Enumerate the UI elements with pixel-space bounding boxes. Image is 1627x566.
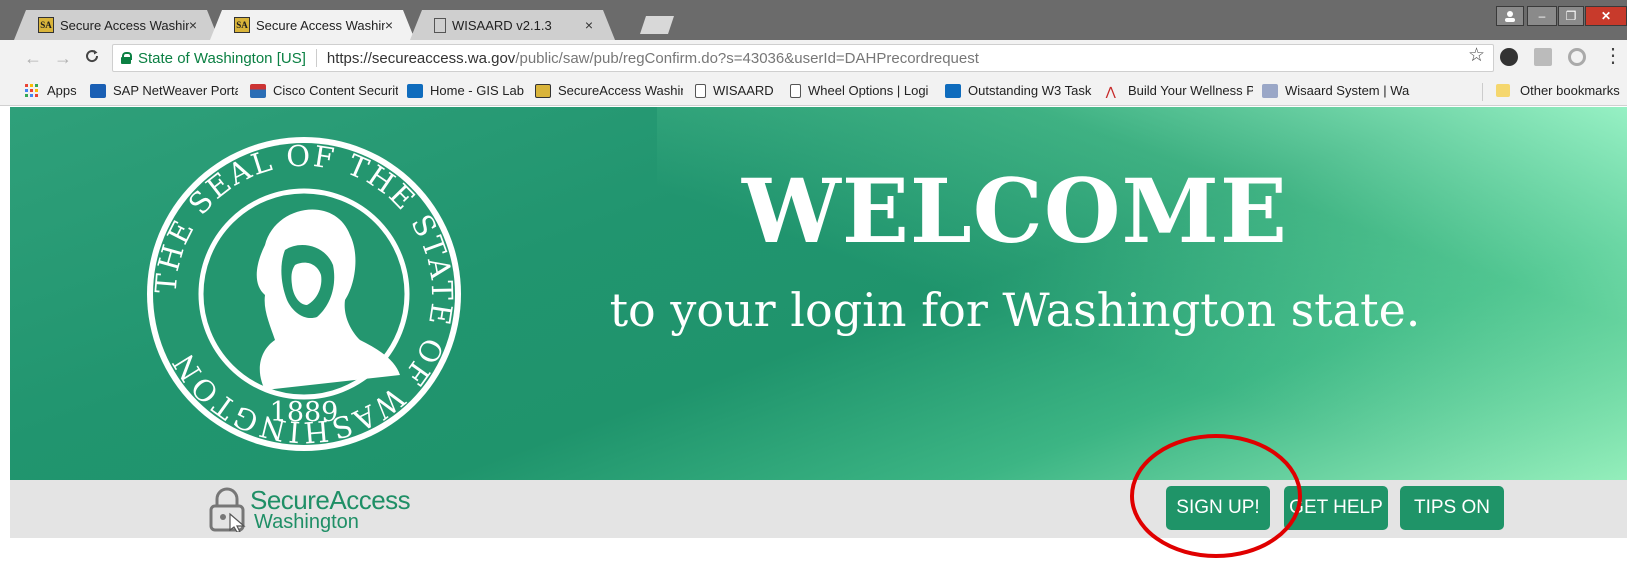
forward-arrow-icon[interactable]: → — [54, 48, 72, 69]
sharepoint-icon — [407, 83, 423, 98]
extension-icon[interactable] — [1568, 48, 1586, 66]
address-bar[interactable]: State of Washington [US] https://securea… — [112, 44, 1494, 72]
back-arrow-icon[interactable]: ← — [24, 48, 42, 69]
window-user-button[interactable] — [1496, 6, 1524, 26]
reload-arrow-icon — [86, 50, 99, 63]
navigation-bar: SecureAccess Washington SIGN UP! GET HEL… — [10, 480, 1627, 538]
page-icon — [695, 83, 706, 98]
seal-year: 1889 — [270, 397, 339, 428]
bookmarks-bar: Apps SAP NetWeaver Porta Cisco Content S… — [0, 76, 1627, 106]
bookmark-label: Outstanding W3 Task — [968, 83, 1092, 98]
reload-icon[interactable] — [84, 48, 100, 69]
tab-close-icon[interactable]: × — [585, 17, 593, 33]
window-close-button[interactable]: ✕ — [1585, 6, 1627, 26]
browser-menu-icon[interactable]: ⋮ — [1603, 46, 1623, 66]
bookmark-label: SAP NetWeaver Porta — [113, 83, 238, 98]
bookmark-sap-netweaver[interactable]: SAP NetWeaver Porta — [90, 83, 238, 98]
tab-title: WISAARD v2.1.3 — [452, 17, 552, 33]
new-tab-button[interactable] — [640, 16, 674, 34]
welcome-hero: THE SEAL OF THE STATE OF WASHINGTON 1889… — [10, 107, 1627, 480]
padlock-cursor-icon — [209, 487, 246, 532]
bookmark-label: Home - GIS Lab — [430, 83, 524, 98]
window-maximize-button[interactable]: ❐ — [1558, 6, 1584, 26]
browser-tab-wisaard[interactable]: WISAARD v2.1.3 × — [410, 10, 615, 40]
washington-state-seal-icon: THE SEAL OF THE STATE OF WASHINGTON 1889 — [147, 137, 461, 451]
bookmark-label: Cisco Content Securit — [273, 83, 398, 98]
bookmark-wisaard[interactable]: WISAARD — [695, 83, 780, 98]
extension-icon[interactable] — [1500, 48, 1518, 66]
bookmark-gis-lab[interactable]: Home - GIS Lab — [407, 83, 532, 98]
bookmark-label: Apps — [47, 83, 77, 98]
lock-icon — [121, 52, 132, 64]
tab-close-icon[interactable]: × — [385, 17, 393, 33]
url-host: https://secureaccess.wa.gov — [326, 49, 516, 67]
sa-favicon-icon: SA — [234, 17, 250, 33]
bookmark-wheel-options[interactable]: Wheel Options | Logi — [790, 83, 935, 98]
browser-tab-secure-access-2[interactable]: SA Secure Access Washingto × — [210, 10, 415, 40]
bookmark-label: Wisaard System | Wa — [1285, 83, 1410, 98]
folder-icon — [1496, 84, 1510, 97]
bookmark-outstanding-w3[interactable]: Outstanding W3 Task — [945, 83, 1095, 98]
adobe-icon: ⋀ — [1105, 83, 1117, 99]
browser-tab-secure-access-1[interactable]: SA Secure Access Washingto × — [14, 10, 219, 40]
other-bookmarks[interactable]: Other bookmarks — [1496, 83, 1620, 98]
address-separator — [315, 49, 317, 67]
bookmark-label: Build Your Wellness P — [1128, 83, 1253, 98]
sap-icon — [90, 83, 106, 98]
bookmark-label: Wheel Options | Logi — [808, 83, 929, 98]
welcome-heading: WELCOME — [742, 159, 1288, 263]
bookmark-apps[interactable]: Apps — [24, 83, 77, 98]
get-help-button[interactable]: GET HELP — [1284, 486, 1388, 530]
cisco-icon — [250, 83, 266, 98]
bookmark-label: SecureAccess Washin — [558, 83, 683, 98]
tab-title: Secure Access Washingto — [60, 17, 189, 33]
sign-up-button[interactable]: SIGN UP! — [1166, 486, 1270, 530]
page-icon — [790, 83, 801, 98]
bookmarks-divider — [1482, 83, 1483, 101]
url-path: /public/saw/pub/regConfirm.do?s=43036&us… — [515, 49, 979, 67]
bookmark-cisco[interactable]: Cisco Content Securit — [250, 83, 398, 98]
user-icon — [1505, 11, 1515, 22]
bookmark-build-wellness[interactable]: ⋀ Build Your Wellness P — [1105, 83, 1253, 98]
sa-favicon-icon: SA — [38, 17, 54, 33]
tab-close-icon[interactable]: × — [189, 17, 197, 33]
bookmark-star-icon[interactable]: ☆ — [1468, 44, 1485, 67]
tips-on-button[interactable]: TIPS ON — [1400, 486, 1504, 530]
tab-title: Secure Access Washingto — [256, 17, 385, 33]
browser-tab-strip: SA Secure Access Washingto × SA Secure A… — [0, 0, 1627, 40]
welcome-tagline: to your login for Washington state. — [609, 283, 1421, 337]
dahp-icon — [1262, 83, 1278, 98]
sharepoint-icon — [945, 83, 961, 98]
page-favicon-icon — [434, 18, 446, 33]
site-identity[interactable]: State of Washington [US] — [138, 50, 306, 67]
brand-subtitle: Washington — [254, 511, 359, 533]
bookmark-label: WISAARD — [713, 83, 774, 98]
url-text[interactable]: https://secureaccess.wa.gov/public/saw/p… — [327, 50, 979, 67]
other-bookmarks-label: Other bookmarks — [1520, 83, 1620, 98]
sa-icon — [535, 83, 551, 98]
apps-grid-icon — [25, 83, 38, 97]
secureaccess-washington-logo[interactable]: SecureAccess Washington — [208, 482, 411, 536]
browser-toolbar: ← → State of Washington [US] https://sec… — [0, 40, 1627, 76]
bookmark-secureaccess[interactable]: SecureAccess Washin — [535, 83, 683, 98]
bookmark-wisaard-system[interactable]: Wisaard System | Wa — [1262, 83, 1410, 98]
window-minimize-button[interactable]: – — [1527, 6, 1557, 26]
extension-icon[interactable] — [1534, 48, 1552, 66]
